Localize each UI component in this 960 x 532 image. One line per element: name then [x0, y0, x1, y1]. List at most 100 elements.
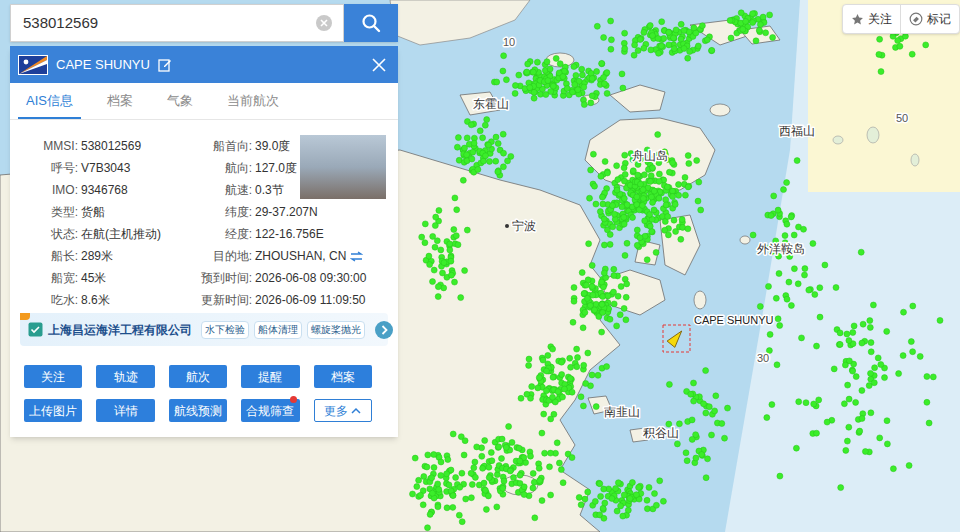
ship-dot[interactable] — [655, 36, 661, 42]
ship-dot[interactable] — [843, 447, 849, 453]
ship-dot[interactable] — [814, 430, 820, 436]
ship-dot[interactable] — [412, 455, 418, 461]
ship-dot[interactable] — [537, 479, 543, 485]
ship-dot[interactable] — [704, 37, 710, 43]
ship-dot[interactable] — [853, 374, 859, 380]
ship-dot[interactable] — [868, 349, 874, 355]
ship-dot[interactable] — [560, 74, 566, 80]
ship-dot[interactable] — [608, 37, 614, 43]
ship-dot[interactable] — [614, 187, 620, 193]
ship-dot[interactable] — [604, 364, 610, 370]
ship-dot[interactable] — [651, 188, 657, 194]
ship-dot[interactable] — [495, 141, 501, 147]
ship-dot[interactable] — [582, 496, 588, 502]
ship-dot[interactable] — [767, 331, 773, 337]
ship-dot[interactable] — [647, 223, 653, 229]
ship-dot[interactable] — [574, 346, 580, 352]
ship-dot[interactable] — [611, 301, 617, 307]
ship-dot[interactable] — [481, 480, 487, 486]
ship-dot[interactable] — [666, 381, 672, 387]
ship-dot[interactable] — [642, 218, 648, 224]
ship-dot[interactable] — [600, 310, 606, 316]
ship-dot[interactable] — [648, 173, 654, 179]
ship-dot[interactable] — [689, 436, 695, 442]
ship-dot[interactable] — [590, 151, 596, 157]
ship-dot[interactable] — [599, 279, 605, 285]
ship-dot[interactable] — [441, 285, 447, 291]
ship-dot[interactable] — [660, 498, 666, 504]
ship-dot[interactable] — [695, 198, 701, 204]
ship-dot[interactable] — [622, 171, 628, 177]
tab[interactable]: AIS信息 — [18, 91, 81, 120]
ship-dot[interactable] — [926, 420, 932, 426]
action-button[interactable]: 上传图片 — [24, 399, 82, 422]
ship-dot[interactable] — [581, 84, 587, 90]
ship-dot[interactable] — [550, 82, 556, 88]
ship-dot[interactable] — [511, 475, 517, 481]
ship-dot[interactable] — [588, 167, 594, 173]
ship-dot[interactable] — [460, 177, 466, 183]
ship-dot[interactable] — [884, 328, 890, 334]
ship-dot[interactable] — [471, 465, 477, 471]
ship-dot[interactable] — [594, 69, 600, 75]
ship-dot[interactable] — [420, 502, 426, 508]
action-button[interactable]: 更多 — [314, 399, 372, 422]
ship-dot[interactable] — [548, 492, 554, 498]
ship-dot[interactable] — [621, 214, 627, 220]
ship-dot[interactable] — [447, 241, 453, 247]
ship-dot[interactable] — [908, 339, 914, 345]
ship-dot[interactable] — [685, 153, 691, 159]
ship-dot[interactable] — [817, 314, 823, 320]
ship-dot[interactable] — [656, 195, 662, 201]
ship-dot[interactable] — [559, 359, 565, 365]
ship-dot[interactable] — [542, 450, 548, 456]
ship-dot[interactable] — [543, 92, 549, 98]
ship-dot[interactable] — [555, 389, 561, 395]
ship-dot[interactable] — [503, 444, 509, 450]
ship-dot[interactable] — [670, 188, 676, 194]
ship-dot[interactable] — [518, 395, 524, 401]
ship-dot[interactable] — [416, 477, 422, 483]
ship-dot[interactable] — [846, 396, 852, 402]
ship-dot[interactable] — [868, 370, 874, 376]
ship-dot[interactable] — [601, 35, 607, 41]
ship-dot[interactable] — [686, 183, 692, 189]
ship-dot[interactable] — [644, 497, 650, 503]
ship-dot[interactable] — [607, 316, 613, 322]
ship-dot[interactable] — [773, 295, 779, 301]
ship-dot[interactable] — [795, 281, 801, 287]
ship-dot[interactable] — [611, 289, 617, 295]
ship-dot[interactable] — [719, 421, 725, 427]
ship-dot[interactable] — [461, 452, 467, 458]
ship-dot[interactable] — [824, 419, 830, 425]
ship-dot[interactable] — [624, 281, 630, 287]
ship-dot[interactable] — [544, 59, 550, 65]
ship-dot[interactable] — [410, 491, 416, 497]
ship-dot[interactable] — [436, 486, 442, 492]
ship-dot[interactable] — [613, 486, 619, 492]
ship-dot[interactable] — [480, 465, 486, 471]
ship-dot[interactable] — [621, 492, 627, 498]
ship-dot[interactable] — [760, 14, 766, 20]
ship-dot[interactable] — [462, 438, 468, 444]
ship-dot[interactable] — [427, 511, 433, 517]
ship-dot[interactable] — [530, 485, 536, 491]
ship-dot[interactable] — [424, 464, 430, 470]
clear-icon[interactable] — [315, 14, 333, 32]
ship-dot[interactable] — [658, 43, 664, 49]
ship-dot[interactable] — [474, 444, 480, 450]
ship-dot[interactable] — [621, 165, 627, 171]
ship-dot[interactable] — [472, 459, 478, 465]
ship-dot[interactable] — [455, 135, 461, 141]
ship-dot[interactable] — [784, 296, 790, 302]
map-view[interactable]: 10东霍山舟山岛宁波外洋鞍岛西福山5030南韭山积谷山CAPE SHUNYU 关… — [0, 0, 960, 532]
ship-dot[interactable] — [682, 192, 688, 198]
ship-dot[interactable] — [837, 330, 843, 336]
ship-dot[interactable] — [638, 181, 644, 187]
ship-dot[interactable] — [604, 90, 610, 96]
ship-dot[interactable] — [890, 33, 896, 39]
ship-dot[interactable] — [567, 355, 573, 361]
ship-dot[interactable] — [895, 38, 901, 44]
ship-dot[interactable] — [682, 174, 688, 180]
ship-dot[interactable] — [637, 235, 643, 241]
